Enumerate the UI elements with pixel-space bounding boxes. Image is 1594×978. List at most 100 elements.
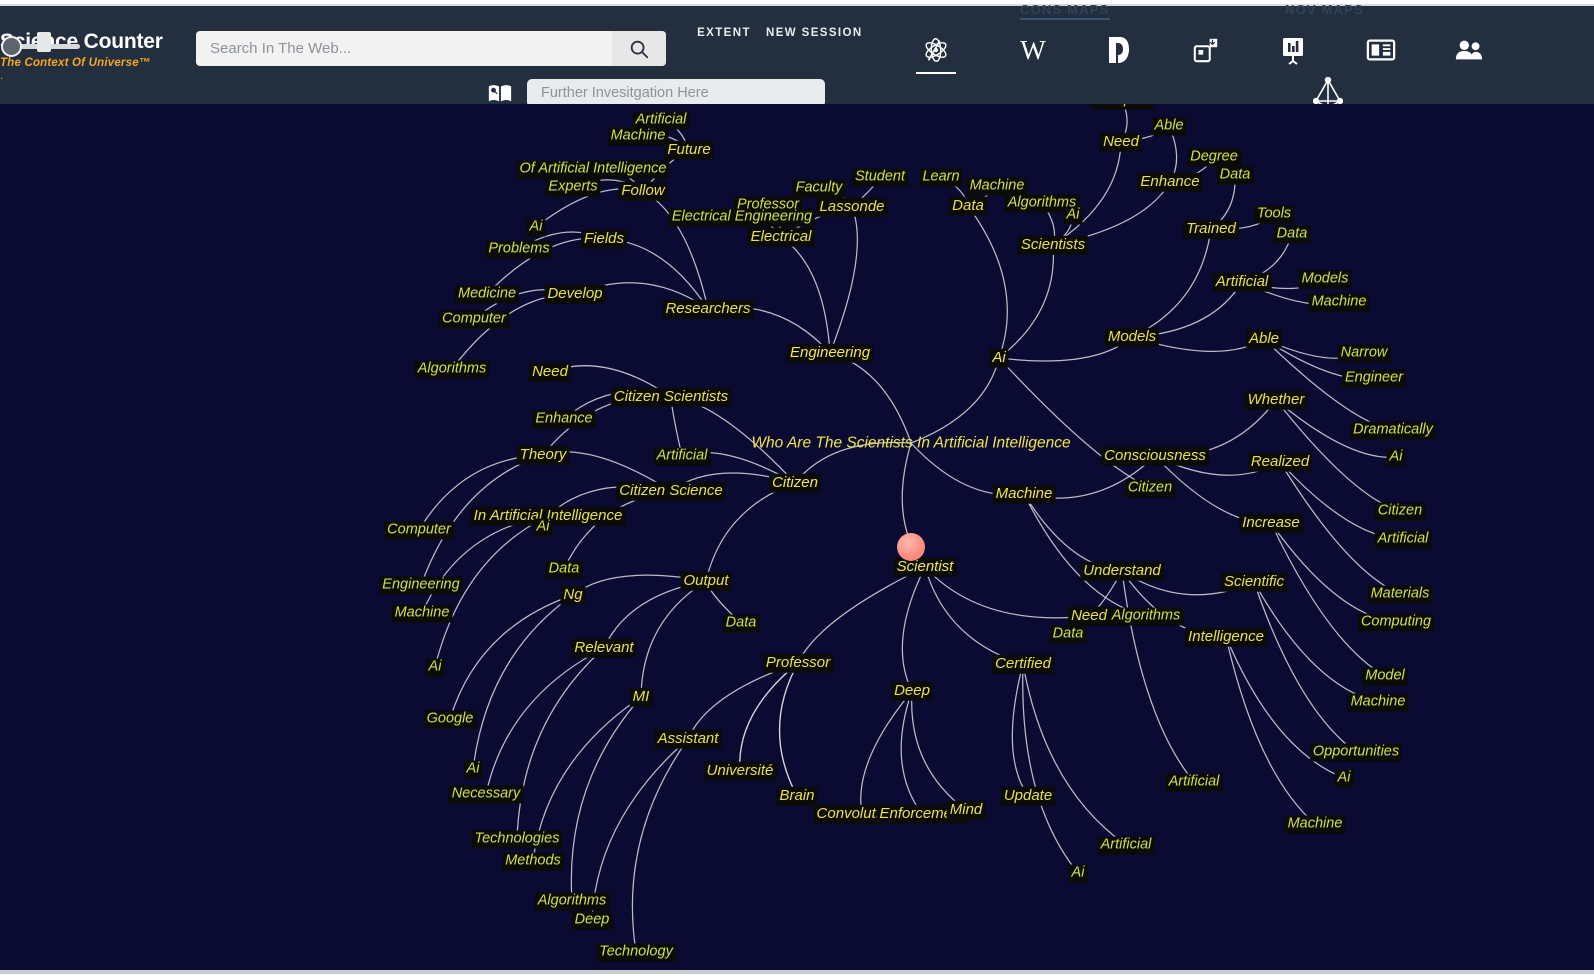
mindmap-node[interactable]: Able — [1245, 329, 1283, 349]
mindmap-node[interactable]: Dramatically — [1350, 421, 1436, 440]
mindmap-node[interactable]: Medicine — [454, 285, 520, 304]
mindmap-node[interactable]: Researchers — [662, 299, 754, 319]
document-page-icon-button[interactable] — [1090, 28, 1146, 72]
mindmap-canvas[interactable]: Who Are The Scientists In Artificial Int… — [0, 104, 1594, 970]
mindmap-node[interactable]: Université — [703, 761, 777, 781]
mindmap-node[interactable]: Realized — [1247, 452, 1313, 472]
mindmap-node[interactable]: Artificial — [1374, 530, 1432, 549]
mindmap-node[interactable]: Scientific — [1220, 572, 1288, 592]
new-session-toggle[interactable] — [37, 32, 51, 52]
mindmap-node[interactable]: Brain — [776, 786, 818, 806]
mindmap-root-node[interactable] — [897, 533, 925, 561]
mindmap-node[interactable]: Follow — [618, 181, 668, 201]
people-group-icon-button[interactable] — [1441, 28, 1497, 72]
mindmap-node[interactable]: Enhance — [532, 410, 596, 429]
mindmap-node[interactable]: Machine — [966, 177, 1028, 196]
mindmap-node[interactable]: Engineering — [379, 576, 463, 595]
mindmap-node[interactable]: Citizen Scientists — [610, 387, 732, 407]
mindmap-node[interactable]: Methods — [502, 852, 564, 871]
mindmap-node[interactable]: Of Artificial Intelligence — [516, 160, 670, 179]
mindmap-node[interactable]: Trained — [1183, 219, 1239, 239]
mindmap-node[interactable]: Algorithms — [534, 892, 610, 911]
mindmap-node[interactable]: Data — [1216, 166, 1254, 185]
mindmap-node[interactable]: Citizen Science — [616, 481, 726, 501]
search-button[interactable] — [612, 31, 666, 66]
mindmap-node[interactable]: Data — [722, 614, 760, 633]
mindmap-node[interactable]: Ai — [1063, 206, 1083, 225]
mindmap-node[interactable]: Ai — [526, 218, 546, 237]
mindmap-node[interactable]: Fields — [580, 229, 628, 249]
mindmap-node[interactable]: Ai — [1334, 769, 1354, 788]
mindmap-node[interactable]: Artificial — [1165, 773, 1223, 792]
investigation-input[interactable] — [527, 79, 825, 107]
mindmap-node[interactable]: Narrow — [1337, 344, 1391, 363]
mindmap-node[interactable]: Machine — [391, 604, 453, 623]
mindmap-node[interactable]: Ai — [1386, 448, 1406, 467]
mindmap-node[interactable]: Ai — [425, 658, 445, 677]
mindmap-node[interactable]: Need — [529, 362, 571, 382]
mindmap-node[interactable]: Degree — [1187, 148, 1241, 167]
mindmap-node[interactable]: Assistant — [654, 729, 722, 749]
mindmap-node[interactable]: Computing — [1357, 613, 1435, 632]
mindmap-node[interactable]: Professor — [762, 653, 834, 673]
atom-orbit-icon-button[interactable] — [908, 28, 964, 74]
mindmap-node[interactable]: Deep — [571, 911, 613, 930]
mindmap-node[interactable]: Complex — [1090, 104, 1154, 110]
mindmap-node[interactable]: Machine — [992, 484, 1056, 504]
mindmap-node[interactable]: Need — [1068, 606, 1110, 626]
mindmap-node[interactable]: Intelligence — [1185, 627, 1267, 647]
mindmap-node[interactable]: Algorithms — [414, 360, 490, 379]
mindmap-node[interactable]: Machine — [1284, 815, 1346, 834]
mindmap-node[interactable]: Machine — [1308, 293, 1370, 312]
mindmap-node[interactable]: Whether — [1244, 390, 1308, 410]
mindmap-node[interactable]: Develop — [544, 284, 606, 304]
mindmap-node[interactable]: Student — [852, 168, 908, 187]
mindmap-node[interactable]: Necessary — [448, 785, 524, 804]
mindmap-node[interactable]: Relevant — [571, 638, 637, 658]
mindmap-node[interactable]: Data — [545, 560, 583, 579]
mindmap-node[interactable]: MI — [629, 687, 653, 707]
mindmap-node[interactable]: Experts — [545, 178, 601, 197]
mindmap-node[interactable]: Ai — [1068, 864, 1088, 883]
mindmap-node[interactable]: Technologies — [471, 830, 563, 849]
mindmap-node[interactable]: Citizen — [1124, 479, 1176, 498]
mindmap-node[interactable]: Data — [1273, 225, 1311, 244]
mindmap-node[interactable]: Certified — [992, 654, 1054, 674]
mindmap-node[interactable]: Theory — [516, 445, 570, 465]
mindmap-node[interactable]: Engineer — [1341, 369, 1407, 388]
search-input[interactable] — [196, 31, 612, 66]
mindmap-node[interactable]: Engineering — [786, 343, 874, 363]
mindmap-node[interactable]: Need — [1100, 132, 1142, 152]
mindmap-node[interactable]: Electrical — [747, 227, 815, 247]
mindmap-node[interactable]: Citizen — [769, 473, 821, 493]
mindmap-node[interactable]: Materials — [1367, 585, 1433, 604]
mindmap-node[interactable]: Computer — [439, 310, 509, 329]
mindmap-node[interactable]: Consciousness — [1101, 446, 1209, 466]
mindmap-node[interactable]: Lassonde — [816, 197, 888, 217]
mindmap-node[interactable]: Models — [1298, 270, 1352, 289]
mindmap-node[interactable]: Able — [1151, 117, 1187, 136]
mindmap-node[interactable]: Machine — [607, 127, 669, 146]
mindmap-node[interactable]: Model — [1362, 667, 1408, 686]
mindmap-node[interactable]: Update — [1000, 786, 1056, 806]
mindmap-node[interactable]: Scientist — [893, 557, 957, 577]
mindmap-node[interactable]: Scientists — [1017, 235, 1089, 255]
mindmap-node[interactable]: Electrical Engineering — [668, 208, 816, 227]
news-article-icon-button[interactable] — [1353, 28, 1409, 72]
mindmap-node[interactable]: Learn — [919, 168, 963, 187]
mindmap-node[interactable]: Artificial — [1097, 836, 1155, 855]
mindmap-node[interactable]: Ai — [989, 348, 1009, 368]
mindmap-node[interactable]: Models — [1104, 327, 1160, 347]
tab-cons-maps[interactable]: CONS MAPS — [1020, 2, 1110, 20]
mindmap-node[interactable]: Opportunities — [1309, 743, 1403, 762]
mindmap-node[interactable]: Data — [1049, 625, 1087, 644]
tab-nov-maps[interactable]: NOV MAPS — [1285, 2, 1364, 17]
mindmap-node[interactable]: Deep — [891, 681, 933, 701]
mindmap-root-label[interactable]: Who Are The Scientists In Artificial Int… — [748, 433, 1073, 452]
mindmap-node[interactable]: Future — [664, 140, 714, 160]
presentation-chart-icon-button[interactable] — [1265, 28, 1321, 72]
mindmap-node[interactable]: Technology — [596, 943, 676, 962]
mindmap-node[interactable]: Artificial — [1212, 272, 1272, 292]
mindmap-node[interactable]: Enhance — [1137, 172, 1203, 192]
extent-slider-knob[interactable] — [1, 36, 22, 57]
